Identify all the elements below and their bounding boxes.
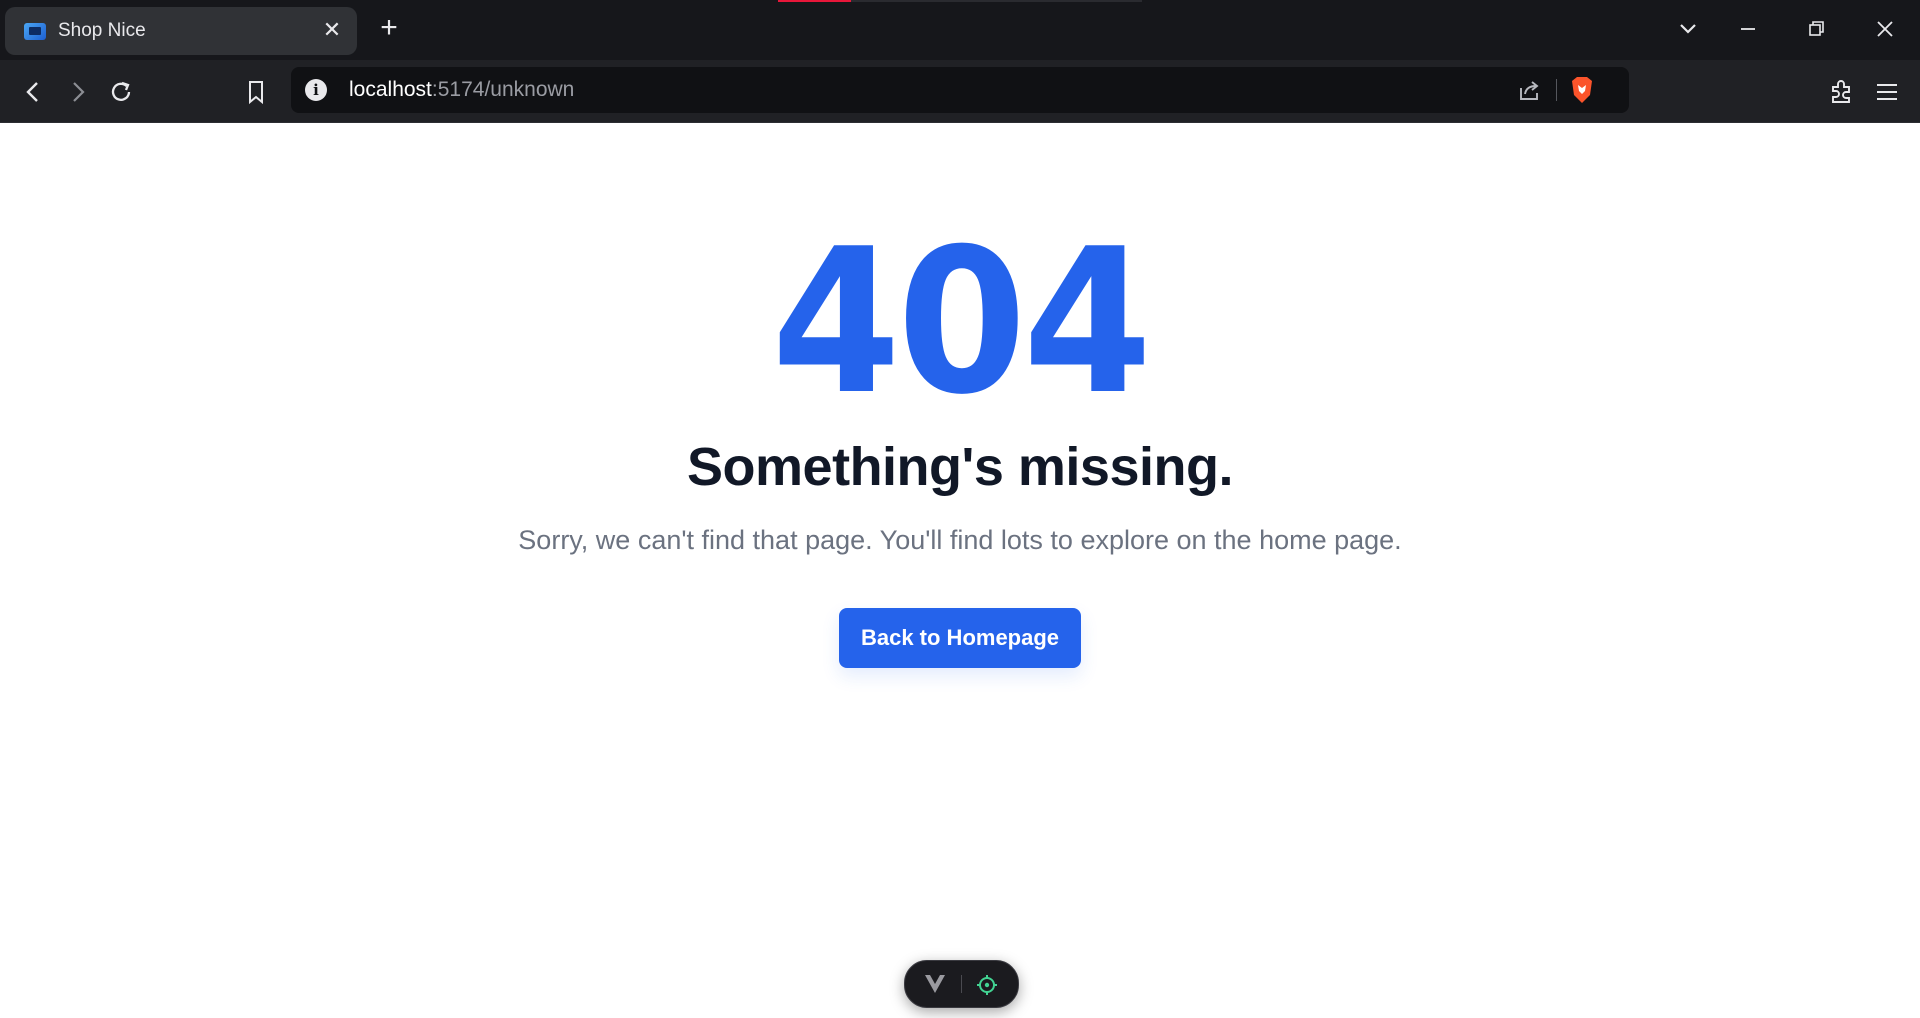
loading-indicator [778, 0, 1142, 2]
vue-v-icon[interactable] [923, 973, 947, 995]
new-tab-button[interactable]: + [375, 13, 403, 43]
close-tab-icon[interactable]: ✕ [321, 19, 343, 41]
menu-hamburger-icon[interactable] [1870, 75, 1904, 109]
address-bar[interactable]: i localhost:5174/unknown [291, 67, 1629, 113]
browser-toolbar: i localhost:5174/unknown [0, 60, 1920, 123]
url-path: :5174/unknown [431, 78, 575, 101]
back-arrow-icon[interactable] [16, 75, 50, 109]
restore-icon[interactable] [1801, 14, 1831, 44]
tab-title: Shop Nice [58, 20, 146, 41]
url-host: localhost [349, 78, 432, 101]
error-code: 404 [771, 206, 1152, 439]
page-heading: Something's missing. [687, 437, 1233, 497]
url-text[interactable]: localhost:5174/unknown [349, 78, 574, 102]
devtools-divider [961, 975, 962, 993]
browser-tab[interactable]: Shop Nice ✕ [5, 7, 357, 55]
page-subtitle: Sorry, we can't find that page. You'll f… [518, 525, 1402, 555]
bookmark-icon[interactable] [239, 75, 273, 109]
vue-devtools-toggle[interactable] [904, 960, 1019, 1008]
page-content: 404 Something's missing. Sorry, we can't… [0, 123, 1920, 1018]
share-icon[interactable] [1515, 76, 1543, 104]
site-favicon-icon [24, 23, 46, 40]
minimize-icon[interactable] [1733, 14, 1763, 44]
forward-arrow-icon[interactable] [61, 75, 95, 109]
extensions-puzzle-icon[interactable] [1824, 75, 1858, 109]
browser-tab-strip: Shop Nice ✕ + [0, 0, 1920, 60]
reload-icon[interactable] [105, 75, 139, 109]
site-info-icon[interactable]: i [305, 79, 327, 101]
back-to-homepage-button[interactable]: Back to Homepage [839, 608, 1081, 668]
address-bar-divider [1556, 79, 1557, 101]
brave-shields-icon[interactable] [1569, 75, 1595, 105]
close-window-icon[interactable] [1870, 14, 1900, 44]
tab-search-chevron-icon[interactable] [1673, 14, 1703, 44]
crosshair-icon[interactable] [975, 973, 999, 997]
